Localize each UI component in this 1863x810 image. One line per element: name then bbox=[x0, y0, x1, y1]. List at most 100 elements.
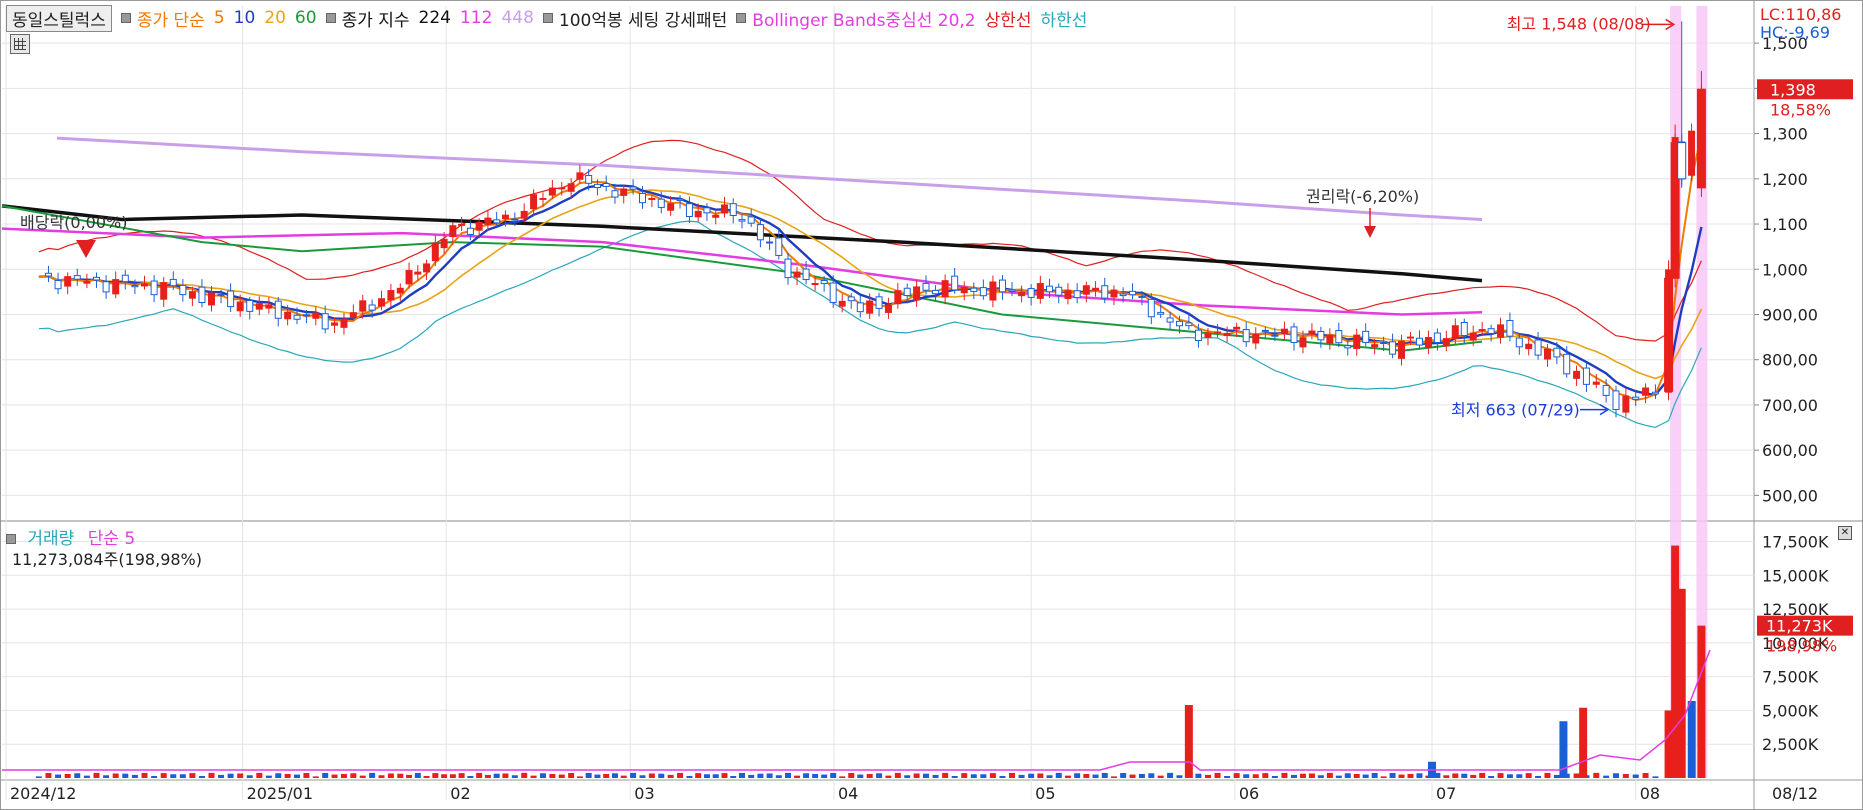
candle-body bbox=[1563, 353, 1571, 375]
candle-body bbox=[1424, 336, 1432, 348]
candle-body bbox=[567, 183, 575, 192]
candle-body bbox=[378, 298, 386, 307]
ema-112-label: 112 bbox=[459, 8, 493, 28]
candle-body bbox=[1082, 285, 1090, 295]
candle-body bbox=[932, 289, 940, 295]
volume-bar bbox=[423, 776, 430, 778]
candle-body bbox=[1335, 330, 1343, 344]
candle-body bbox=[359, 300, 367, 312]
bb-lower-line bbox=[38, 220, 1702, 429]
volume-bar bbox=[322, 772, 329, 778]
volume-bar bbox=[511, 775, 518, 778]
candle-body bbox=[989, 281, 997, 301]
candle-body bbox=[1110, 289, 1118, 298]
volume-bar bbox=[576, 776, 583, 778]
volume-bar bbox=[449, 774, 456, 778]
candle-body bbox=[1018, 292, 1026, 297]
volume-bar bbox=[1009, 772, 1016, 778]
volume-bar bbox=[1243, 774, 1250, 778]
pattern-toggle-icon[interactable] bbox=[542, 13, 553, 23]
candle-body bbox=[1478, 329, 1486, 332]
volume-bar bbox=[757, 773, 764, 778]
volume-bar bbox=[857, 774, 864, 778]
candle-body bbox=[188, 291, 196, 299]
volume-bar bbox=[942, 772, 949, 778]
volume-bar bbox=[237, 773, 244, 778]
volume-bar bbox=[45, 772, 52, 778]
candle-body bbox=[1214, 331, 1222, 334]
volume-bar bbox=[1525, 773, 1532, 778]
volume-bar bbox=[1064, 775, 1071, 778]
candle-body bbox=[44, 272, 52, 277]
current-change-label: 18,58% bbox=[1770, 100, 1831, 119]
volume-bar bbox=[476, 772, 483, 778]
candle-body bbox=[1308, 330, 1316, 335]
volume-bar bbox=[775, 775, 782, 778]
candle-body bbox=[1092, 287, 1100, 291]
volume-bar bbox=[1157, 775, 1164, 778]
volume-bar bbox=[294, 774, 301, 778]
candle-body bbox=[856, 302, 864, 313]
volume-toggle-icon[interactable] bbox=[6, 534, 16, 544]
volume-bar bbox=[1652, 776, 1659, 778]
candle-body bbox=[1157, 311, 1165, 315]
candle-body bbox=[676, 198, 684, 201]
volume-bar bbox=[369, 772, 376, 778]
volume-bar bbox=[1544, 772, 1551, 778]
volume-bar bbox=[1074, 773, 1081, 778]
volume-bar bbox=[1613, 773, 1619, 778]
stock-name-chip[interactable]: 동일스틸럭스 bbox=[6, 4, 112, 32]
volume-bar bbox=[885, 775, 892, 778]
candle-body bbox=[274, 300, 282, 319]
volume-bar bbox=[1506, 774, 1513, 778]
volume-bar bbox=[1018, 774, 1025, 778]
bb-toggle-icon[interactable] bbox=[736, 13, 747, 23]
volume-bar bbox=[730, 775, 737, 778]
candle-body bbox=[1223, 332, 1231, 337]
rights-annotation: 권리락(-6,20%) bbox=[1306, 187, 1419, 206]
ema-toggle-icon[interactable] bbox=[325, 13, 336, 23]
volume-bar bbox=[594, 774, 601, 778]
candle-body bbox=[1138, 295, 1146, 298]
volume-bar bbox=[1632, 774, 1639, 778]
candle-body bbox=[548, 187, 556, 196]
candle-body bbox=[530, 194, 538, 210]
volume-bar bbox=[980, 774, 987, 778]
volume-bar bbox=[1176, 775, 1183, 778]
candle-body bbox=[951, 275, 959, 291]
candle-body bbox=[1280, 328, 1288, 335]
candle-body bbox=[802, 268, 810, 281]
candle-body bbox=[903, 287, 911, 297]
candle-body bbox=[414, 271, 422, 275]
candle-body bbox=[1553, 347, 1561, 358]
close-pane-icon[interactable]: ✕ bbox=[1838, 526, 1852, 540]
volume-bar bbox=[1479, 772, 1486, 778]
ma-toggle-icon[interactable] bbox=[120, 13, 131, 23]
x-tick-label: 04 bbox=[838, 784, 858, 803]
chart-canvas[interactable]: 1,5001,4001,3001,2001,1001,000900,00800,… bbox=[0, 0, 1863, 810]
candle-body bbox=[585, 174, 593, 184]
candle-body bbox=[520, 210, 528, 219]
candle-body bbox=[396, 287, 404, 294]
volume-bar bbox=[1291, 774, 1297, 778]
volume-bar bbox=[1326, 772, 1333, 778]
candle-body bbox=[1415, 337, 1423, 346]
candle-body bbox=[1175, 320, 1183, 327]
candle-body bbox=[1460, 321, 1468, 337]
volume-bar bbox=[1129, 774, 1136, 778]
volume-bar-spike bbox=[1697, 625, 1706, 778]
candle-body bbox=[558, 187, 566, 190]
volume-bar bbox=[1535, 775, 1542, 778]
volume-bar bbox=[648, 773, 655, 778]
candle-body bbox=[321, 313, 329, 330]
volume-bar bbox=[1389, 772, 1396, 778]
volume-bar bbox=[1380, 776, 1387, 778]
candle-body bbox=[611, 190, 619, 198]
calculator-icon[interactable] bbox=[10, 34, 30, 54]
volume-bar bbox=[1553, 774, 1560, 778]
candle-body bbox=[431, 242, 439, 262]
candle-body bbox=[576, 172, 584, 180]
volume-bar bbox=[630, 772, 637, 778]
candle-body bbox=[1129, 290, 1137, 296]
candle-body bbox=[979, 287, 987, 297]
